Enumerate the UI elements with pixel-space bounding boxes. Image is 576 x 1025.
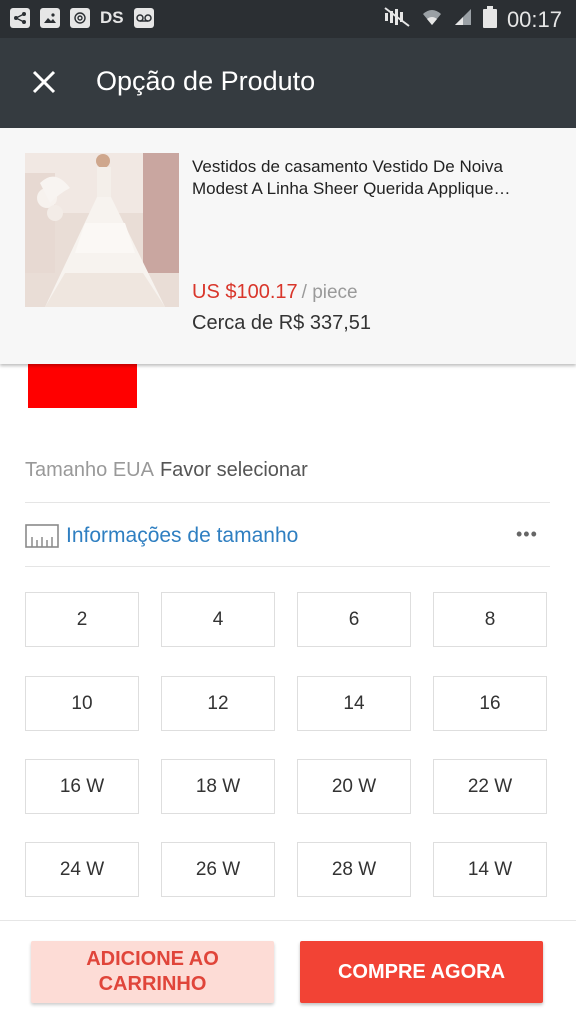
approx-price: Cerca de R$ 337,51 xyxy=(192,312,372,334)
page-title: Opção de Produto xyxy=(96,66,316,96)
product-name: Vestidos de casamento Vestido De Noiva M… xyxy=(192,157,511,198)
price-unit: / piece xyxy=(301,282,358,303)
bottom-action-bar: ADICIONE AO CARRINHO COMPRE AGORA xyxy=(0,920,576,1025)
ruler-icon xyxy=(25,524,59,548)
signal-icon xyxy=(453,7,473,33)
app-bar: Opção de Produto xyxy=(0,38,576,128)
price-value: US $100.17 xyxy=(192,281,298,303)
size-info-link[interactable]: Informações de tamanho xyxy=(25,520,298,552)
size-info-label: Informações de tamanho xyxy=(66,524,299,547)
size-option[interactable]: 8 xyxy=(433,592,547,647)
image-icon xyxy=(40,8,60,28)
share-icon xyxy=(10,8,30,28)
size-option[interactable]: 24 W xyxy=(25,842,139,897)
size-option[interactable]: 22 W xyxy=(433,759,547,814)
size-option[interactable]: 14 W xyxy=(433,842,547,897)
size-label: Tamanho EUA xyxy=(25,459,154,481)
battery-icon xyxy=(482,6,497,34)
size-option[interactable]: 2 xyxy=(25,592,139,647)
wifi-icon xyxy=(421,7,443,33)
size-option[interactable]: 14 xyxy=(297,676,411,731)
size-option[interactable]: 26 W xyxy=(161,842,275,897)
status-time: 00:17 xyxy=(506,7,562,32)
size-option[interactable]: 4 xyxy=(161,592,275,647)
size-option[interactable]: 16 W xyxy=(25,759,139,814)
at-icon xyxy=(70,8,90,28)
size-option[interactable]: 10 xyxy=(25,676,139,731)
mute-icon xyxy=(383,6,411,34)
buy-now-button[interactable]: COMPRE AGORA xyxy=(300,941,543,1003)
voicemail-icon xyxy=(133,8,154,28)
size-option[interactable]: 16 xyxy=(433,676,547,731)
status-bar: DS 00:17 xyxy=(0,0,576,38)
divider xyxy=(25,566,550,567)
product-thumbnail xyxy=(25,153,179,307)
status-right-icons: 00:17 xyxy=(383,6,562,34)
status-left-icons: DS xyxy=(10,8,154,28)
ds-icon: DS xyxy=(100,8,124,27)
divider xyxy=(25,502,550,503)
add-to-cart-button[interactable]: ADICIONE AO CARRINHO xyxy=(31,941,274,1003)
size-selection-row: Tamanho EUA Favor selecionar xyxy=(25,459,308,482)
product-price: US $100.17/ piece xyxy=(192,281,358,304)
size-option[interactable]: 6 xyxy=(297,592,411,647)
size-option[interactable]: 20 W xyxy=(297,759,411,814)
size-value: Favor selecionar xyxy=(159,459,308,481)
product-summary: Vestidos de casamento Vestido De Noiva M… xyxy=(0,128,576,364)
size-option[interactable]: 28 W xyxy=(297,842,411,897)
more-options-icon[interactable]: ••• xyxy=(516,524,538,545)
size-option[interactable]: 12 xyxy=(161,676,275,731)
close-icon[interactable] xyxy=(26,64,62,100)
size-option[interactable]: 18 W xyxy=(161,759,275,814)
color-swatch-selected[interactable] xyxy=(28,362,137,408)
